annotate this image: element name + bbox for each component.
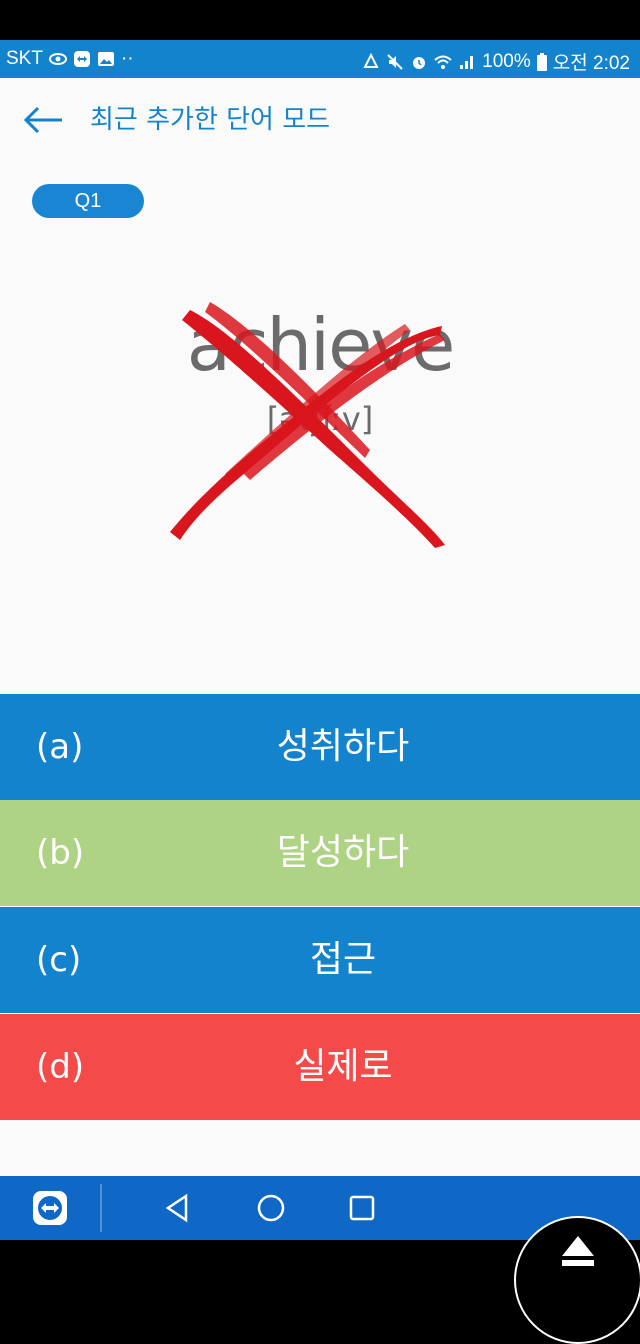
- mute-icon: [387, 53, 403, 70]
- nav-divider: [100, 1184, 102, 1232]
- answer-text: 성취하다: [276, 726, 410, 767]
- app-header: 최근 추가한 단어 모드: [0, 78, 640, 162]
- eject-floating-button[interactable]: [514, 1216, 640, 1344]
- recycle-icon: [363, 52, 379, 68]
- battery-icon: [536, 52, 547, 71]
- nav-recents-icon[interactable]: [346, 1192, 378, 1224]
- answer-option-b[interactable]: (b) 달성하다: [0, 800, 640, 906]
- status-bar: SKT ·· 100% 오전 2:02: [0, 40, 640, 78]
- answer-text: 실제로: [293, 1046, 393, 1087]
- status-left: SKT ··: [6, 48, 134, 70]
- top-black-bar: [0, 0, 640, 40]
- battery-percent: 100%: [482, 50, 531, 72]
- question-number-badge: Q1: [32, 184, 144, 218]
- signal-icon: [460, 55, 474, 69]
- clock: 오전 2:02: [552, 53, 630, 74]
- carrier-label: SKT: [6, 48, 43, 69]
- wifi-icon: [434, 55, 452, 69]
- image-icon: [97, 52, 114, 66]
- answer-option-d[interactable]: (d) 실제로: [0, 1014, 640, 1120]
- wrong-x-mark-icon: [170, 302, 445, 548]
- nav-back-icon[interactable]: [162, 1192, 194, 1224]
- more-notifications-dots: ··: [120, 48, 134, 69]
- alarm-icon: [413, 56, 426, 69]
- teamviewer-nav-icon[interactable]: [32, 1190, 68, 1226]
- answer-option-c[interactable]: (c) 접근: [0, 907, 640, 1013]
- page-title: 최근 추가한 단어 모드: [90, 105, 331, 135]
- status-right: 100% 오전 2:02: [362, 48, 630, 75]
- answer-text: 달성하다: [276, 832, 410, 873]
- teamviewer-icon: [73, 51, 90, 67]
- eye-icon: [48, 53, 67, 65]
- back-arrow-icon[interactable]: [20, 100, 68, 140]
- answer-text: 접근: [309, 939, 377, 980]
- nav-home-icon[interactable]: [255, 1192, 287, 1224]
- answer-option-a[interactable]: (a) 성취하다: [0, 694, 640, 800]
- eject-icon: [562, 1236, 594, 1266]
